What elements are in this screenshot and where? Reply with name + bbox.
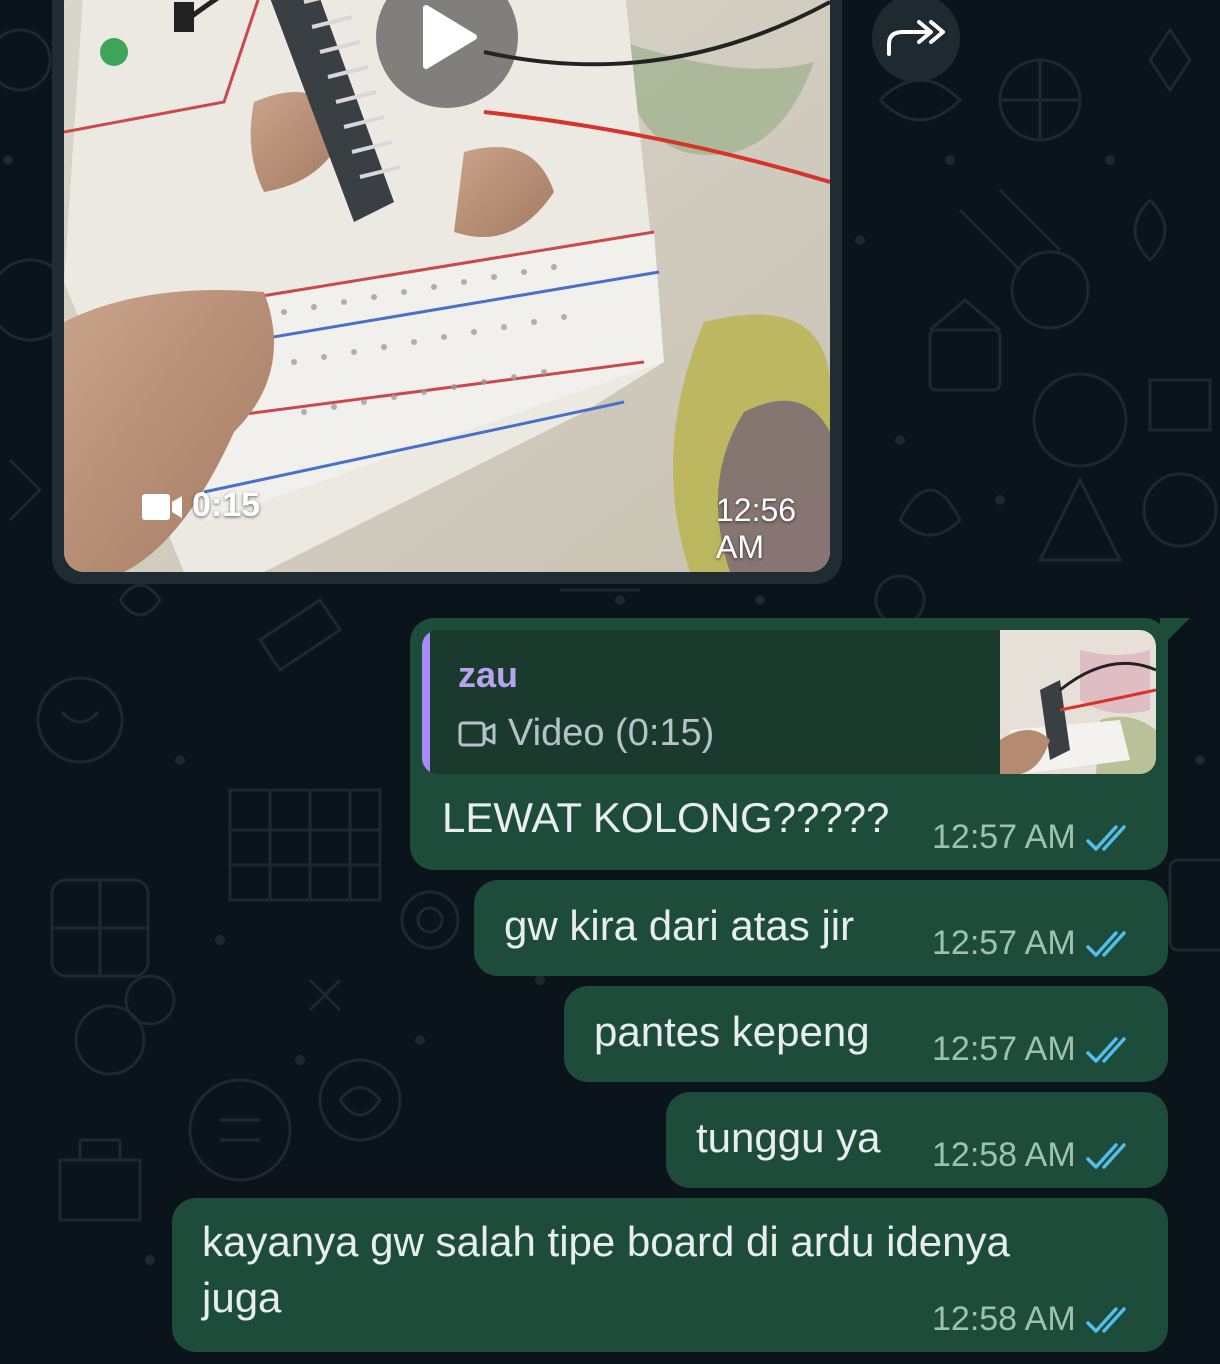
message-time: 12:57 AM xyxy=(932,1030,1076,1068)
reply-label: Video (0:15) xyxy=(508,712,715,754)
message-time: 12:57 AM xyxy=(932,924,1076,962)
play-icon xyxy=(423,5,477,69)
message-time: 12:58 AM xyxy=(932,1300,1076,1338)
message-bubble[interactable]: pantes kepeng 12:57 AM xyxy=(564,986,1168,1082)
read-receipt-icon xyxy=(1085,824,1126,851)
bubble-tail xyxy=(1160,618,1190,648)
message-bubble[interactable]: zau Video (0:15) LEWAT KOLONG????? 12:57… xyxy=(410,618,1168,870)
video-camera-icon xyxy=(142,493,182,520)
message-bubble[interactable]: tunggu ya 12:58 AM xyxy=(666,1092,1168,1188)
message-text-line-1: kayanya gw salah tipe board di ardu iden… xyxy=(202,1218,1010,1265)
message-text-line-2: juga xyxy=(202,1274,282,1321)
read-receipt-icon xyxy=(1085,1306,1126,1333)
message-time: 12:58 AM xyxy=(932,1136,1076,1174)
forward-icon xyxy=(887,20,945,56)
reply-author: zau xyxy=(458,654,519,695)
message-bubble[interactable]: kayanya gw salah tipe board di ardu iden… xyxy=(172,1198,1168,1352)
read-receipt-icon xyxy=(1085,1036,1126,1063)
video-camera-icon xyxy=(458,721,496,746)
read-receipt-icon xyxy=(1085,1142,1126,1169)
video-timestamp: 12:56 AM xyxy=(716,492,797,565)
message-text: tunggu ya xyxy=(696,1114,881,1161)
read-receipt-icon xyxy=(1085,930,1126,957)
message-text: LEWAT KOLONG????? xyxy=(442,794,890,841)
message-bubble[interactable]: gw kira dari atas jir 12:57 AM xyxy=(474,880,1168,976)
reply-thumbnail xyxy=(1000,630,1156,774)
reply-quote[interactable]: zau Video (0:15) xyxy=(422,630,1156,774)
video-duration: 0:15 xyxy=(192,486,261,524)
message-time: 12:57 AM xyxy=(932,818,1076,856)
message-text: gw kira dari atas jir xyxy=(504,902,855,949)
quote-accent-bar xyxy=(422,630,430,774)
message-text: pantes kepeng xyxy=(594,1008,870,1055)
